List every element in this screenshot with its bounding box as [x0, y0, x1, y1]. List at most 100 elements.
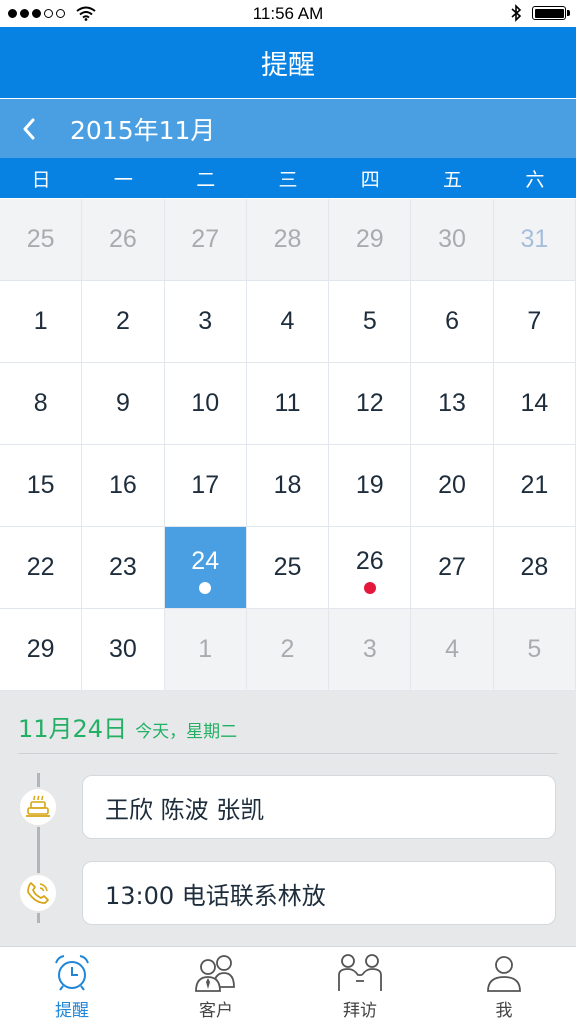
- calendar-day[interactable]: 22: [0, 527, 83, 609]
- day-number: 5: [362, 307, 377, 335]
- day-number: 12: [355, 389, 384, 417]
- calendar-day[interactable]: 6: [411, 281, 494, 363]
- calendar-day[interactable]: 31: [493, 199, 576, 281]
- day-number: 19: [355, 471, 384, 499]
- day-number: 31: [520, 225, 549, 253]
- calendar-day[interactable]: 29: [329, 199, 412, 281]
- calendar-day[interactable]: 11: [246, 363, 330, 445]
- calendar-day[interactable]: 12: [329, 363, 412, 445]
- calendar-day[interactable]: 3: [329, 609, 412, 691]
- tab-me[interactable]: 我: [432, 947, 576, 1024]
- month-label: 2015年11月: [70, 115, 216, 145]
- birthday-cake-icon: [18, 787, 58, 827]
- calendar-day[interactable]: 23: [82, 527, 165, 609]
- tab-visits[interactable]: 拜访: [288, 947, 432, 1024]
- divider: [18, 753, 558, 754]
- day-number: 1: [198, 635, 213, 663]
- calendar-day[interactable]: 21: [493, 445, 576, 527]
- day-number: 27: [438, 553, 466, 581]
- tab-label: 拜访: [343, 1000, 377, 1021]
- weekday-label: 三: [278, 168, 298, 191]
- tab-customers[interactable]: 客户: [144, 947, 288, 1024]
- day-number: 23: [109, 553, 137, 581]
- customers-icon: [192, 951, 240, 995]
- calendar-day[interactable]: 18: [246, 445, 330, 527]
- calendar-day[interactable]: 19: [329, 445, 412, 527]
- weekday-label: 一: [113, 168, 133, 191]
- calendar-day[interactable]: 2: [246, 609, 330, 691]
- day-number: 26: [109, 225, 137, 253]
- event-card[interactable]: 13:00 电话联系林放: [82, 861, 556, 925]
- previous-month-button[interactable]: [0, 99, 58, 158]
- calendar-day[interactable]: 27: [164, 199, 247, 281]
- calendar-day[interactable]: 8: [0, 363, 83, 445]
- calendar-grid: 25 26 27 28 29 30 31 1 2 3 4 5 6 7 8 9 10 11 12 13 14 15 16 17 1…: [0, 199, 576, 691]
- day-number: 28: [520, 553, 549, 581]
- agenda-date: 11月24日: [18, 715, 128, 743]
- calendar-day[interactable]: 5: [329, 281, 412, 363]
- day-number: 30: [438, 225, 466, 253]
- calendar-day[interactable]: 20: [411, 445, 494, 527]
- day-number: 3: [362, 635, 377, 663]
- calendar-day[interactable]: 5: [493, 609, 576, 691]
- calendar-day[interactable]: 26: [329, 527, 412, 609]
- calendar-day[interactable]: 25: [246, 527, 330, 609]
- tab-reminders[interactable]: 提醒: [0, 947, 144, 1024]
- visit-handshake-icon: [336, 951, 384, 995]
- day-number: 24: [191, 547, 220, 575]
- day-number: 8: [33, 389, 48, 417]
- weekday-label: 日: [31, 168, 51, 191]
- day-number: 2: [280, 635, 295, 663]
- day-number: 20: [438, 471, 466, 499]
- calendar-day[interactable]: 9: [82, 363, 165, 445]
- day-number: 18: [273, 471, 302, 499]
- agenda-panel: 11月24日 今天，星期二 王欣 陈波 张凯 13:00 电话联系林放: [0, 691, 576, 946]
- calendar-day[interactable]: 26: [82, 199, 165, 281]
- day-number: 11: [274, 389, 301, 417]
- day-number: 22: [26, 553, 55, 581]
- calendar-day[interactable]: 1: [164, 609, 247, 691]
- calendar-day[interactable]: 17: [164, 445, 247, 527]
- day-number: 28: [273, 225, 302, 253]
- event-card[interactable]: 王欣 陈波 张凯: [82, 775, 556, 839]
- day-number: 21: [520, 471, 549, 499]
- calendar-day[interactable]: 4: [246, 281, 330, 363]
- calendar-day[interactable]: 25: [0, 199, 83, 281]
- alarm-clock-icon: [48, 951, 96, 995]
- day-number: 27: [191, 225, 220, 253]
- tab-bar: 提醒 客户 拜访 我: [0, 946, 576, 1024]
- calendar-day[interactable]: 15: [0, 445, 83, 527]
- calendar-day[interactable]: 4: [411, 609, 494, 691]
- day-number: 30: [109, 635, 137, 663]
- day-number: 6: [445, 307, 460, 335]
- page-title: 提醒: [261, 50, 315, 81]
- day-number: 29: [26, 635, 55, 663]
- calendar-day[interactable]: 30: [82, 609, 165, 691]
- weekday-header: 日 一 二 三 四 五 六: [0, 158, 576, 198]
- calendar-day[interactable]: 30: [411, 199, 494, 281]
- calendar-day[interactable]: 28: [246, 199, 330, 281]
- day-number: 7: [527, 307, 542, 335]
- calendar-day-selected[interactable]: 24: [164, 527, 247, 609]
- calendar-day[interactable]: 14: [493, 363, 576, 445]
- status-time: 11:56 AM: [252, 4, 324, 23]
- calendar-day[interactable]: 28: [493, 527, 576, 609]
- bluetooth-icon: [511, 4, 522, 22]
- calendar-day[interactable]: 29: [0, 609, 83, 691]
- status-bar: 11:56 AM: [0, 0, 576, 27]
- calendar-day[interactable]: 10: [164, 363, 247, 445]
- calendar-day[interactable]: 2: [82, 281, 165, 363]
- event-indicator-dot: [363, 582, 376, 594]
- calendar-day[interactable]: 27: [411, 527, 494, 609]
- day-number: 5: [527, 635, 542, 663]
- calendar-day[interactable]: 3: [164, 281, 247, 363]
- calendar-day[interactable]: 13: [411, 363, 494, 445]
- day-number: 15: [26, 471, 55, 499]
- calendar-day[interactable]: 1: [0, 281, 83, 363]
- day-number: 25: [26, 225, 55, 253]
- profile-icon: [480, 951, 528, 995]
- calendar-day[interactable]: 16: [82, 445, 165, 527]
- day-number: 4: [445, 635, 460, 663]
- calendar-day[interactable]: 7: [493, 281, 576, 363]
- day-number: 2: [115, 307, 130, 335]
